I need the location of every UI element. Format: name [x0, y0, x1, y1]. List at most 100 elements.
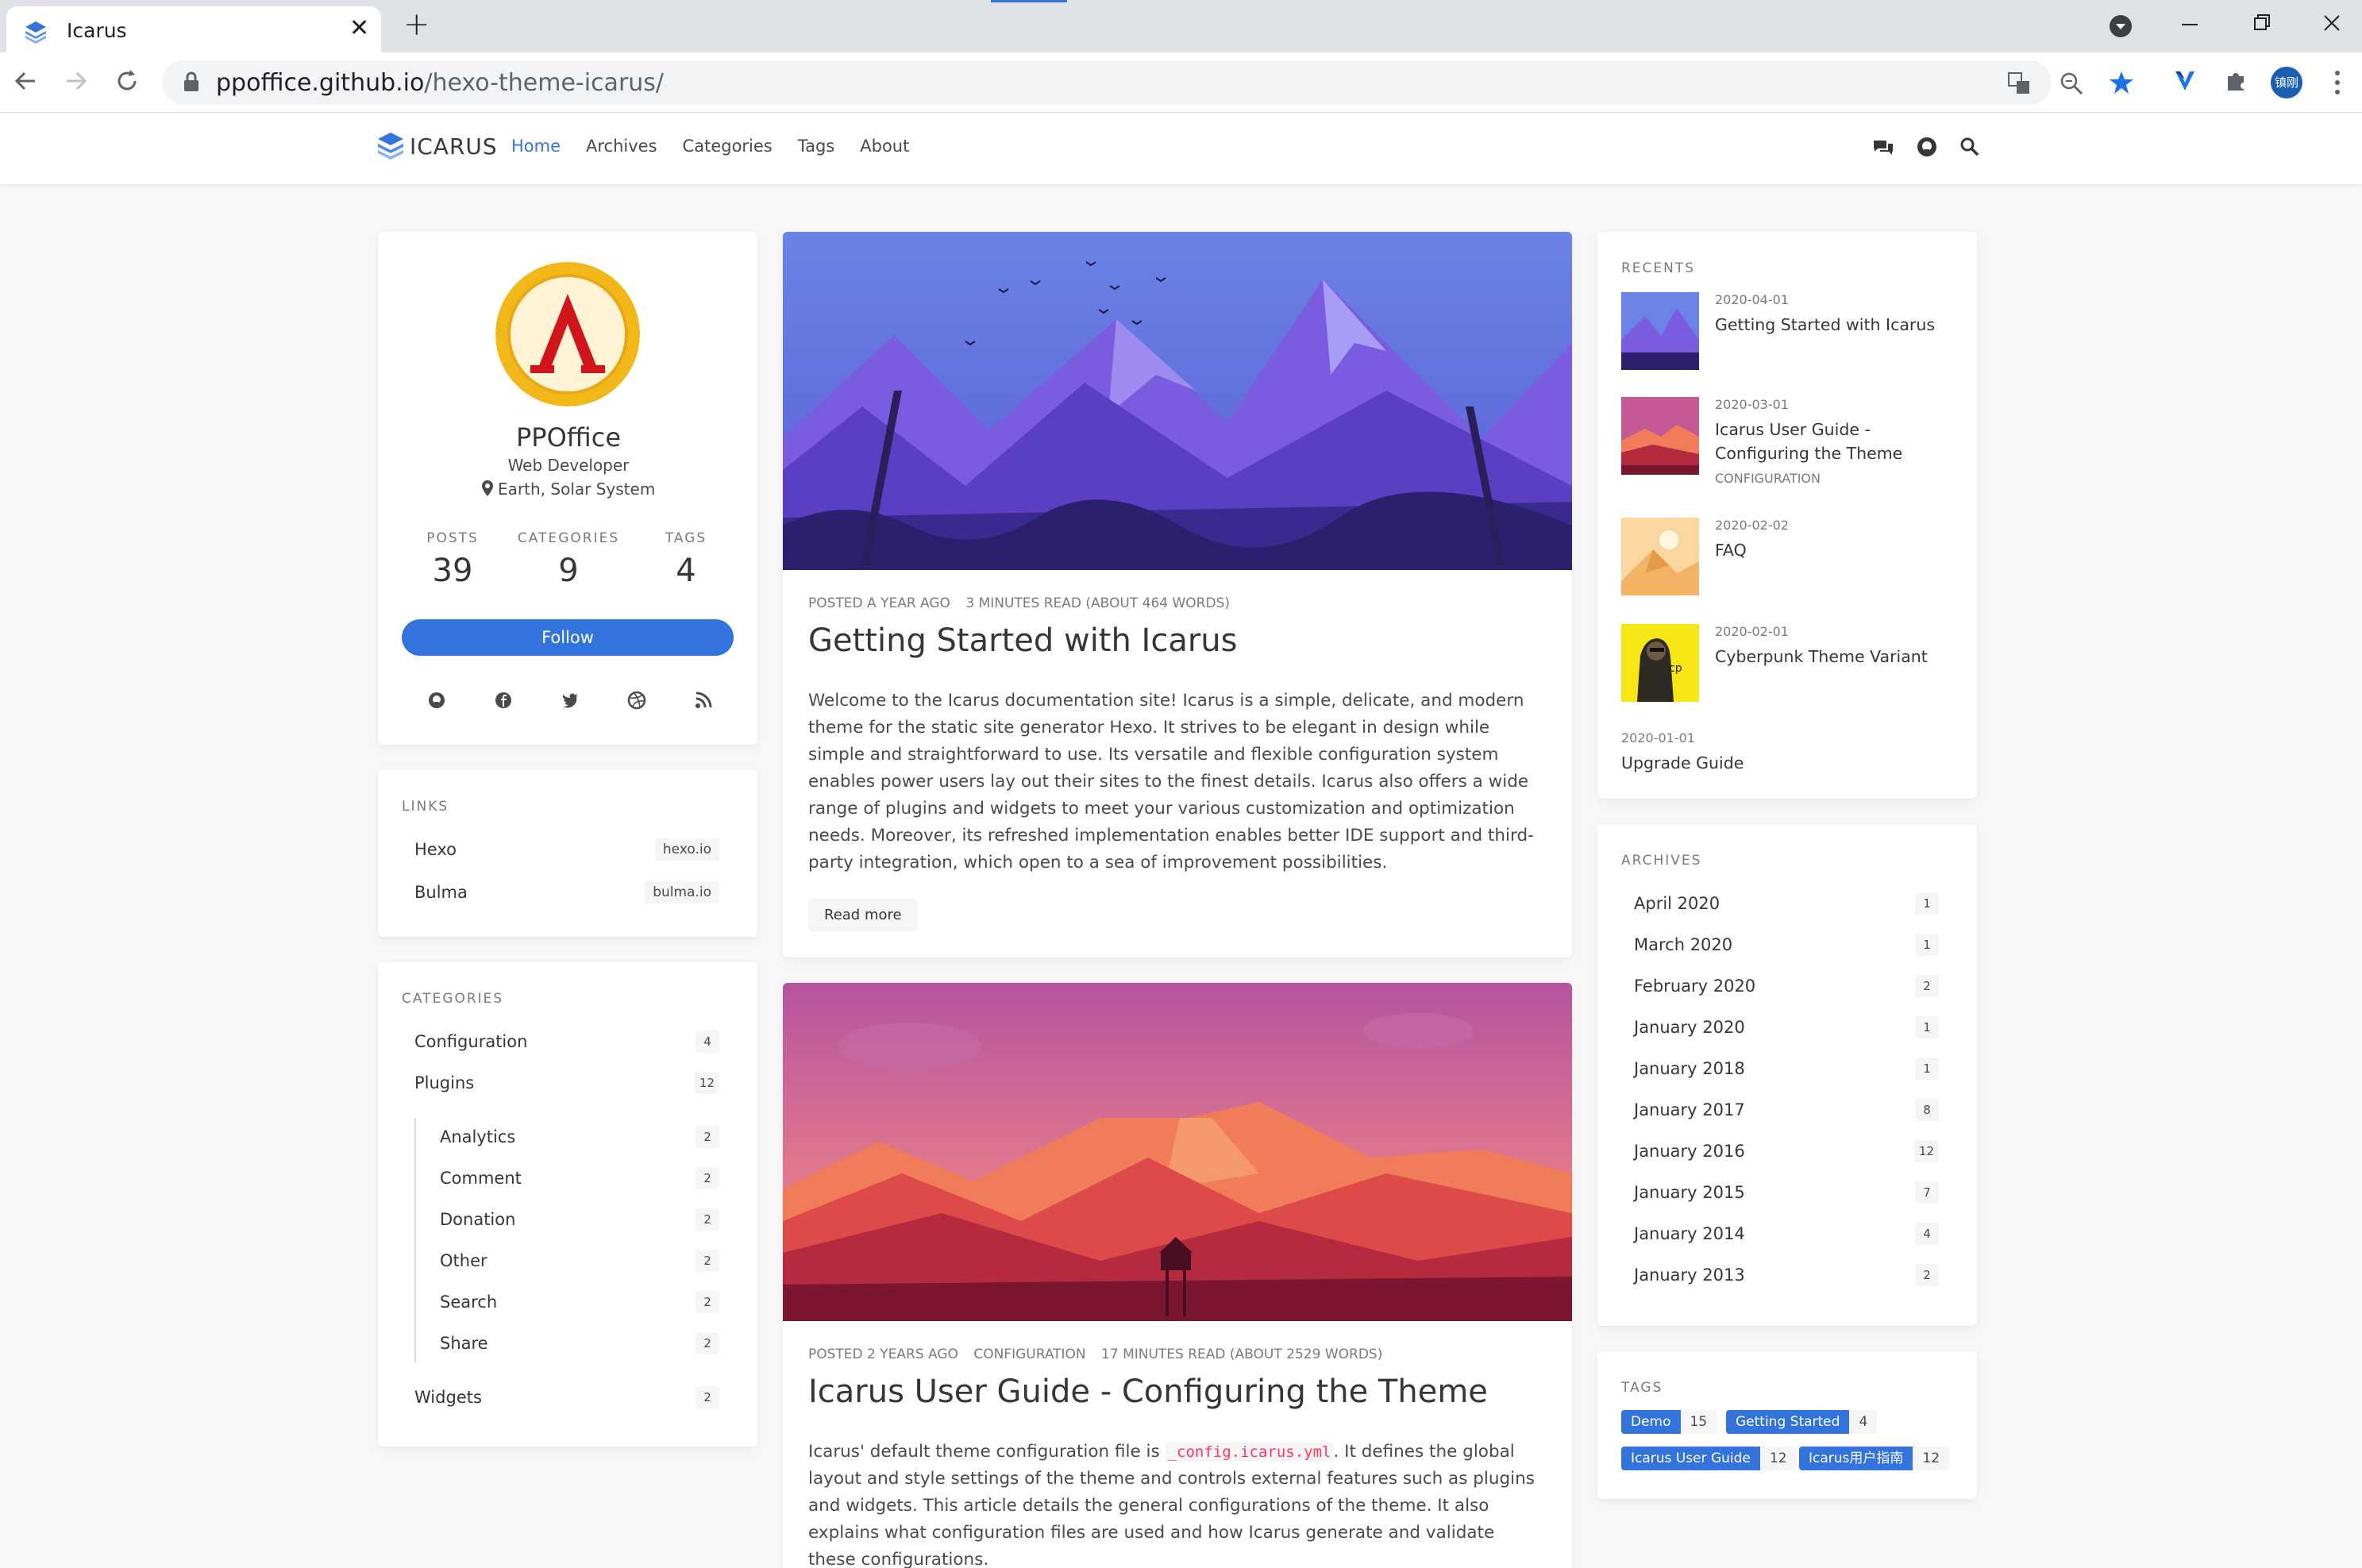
read-more-button[interactable]: Read more [808, 899, 918, 931]
category-name: Comment [440, 1169, 522, 1188]
nav-tags[interactable]: Tags [798, 137, 835, 156]
minimize-icon[interactable] [2177, 13, 2201, 37]
recents-heading: RECENTS [1621, 260, 1696, 276]
back-icon[interactable] [11, 67, 40, 95]
menu-kebab-icon[interactable] [2329, 68, 2345, 97]
extensions-puzzle-icon[interactable] [2223, 68, 2248, 94]
category-item[interactable]: Share 2 [440, 1329, 719, 1358]
avatar [495, 262, 640, 406]
archive-item[interactable]: March 2020 1 [1634, 930, 1939, 959]
url-path: /hexo-theme-icarus/ [424, 69, 665, 97]
facebook-icon[interactable] [494, 691, 513, 710]
post-cover-image[interactable] [783, 983, 1572, 1321]
post-cover-image[interactable] [783, 232, 1572, 570]
archive-item[interactable]: January 2013 2 [1634, 1261, 1939, 1289]
category-name: Share [440, 1334, 488, 1353]
stat-tags[interactable]: TAGS 4 [622, 530, 749, 589]
forward-icon[interactable] [62, 67, 91, 95]
categories-heading: CATEGORIES [402, 991, 504, 1007]
archive-name: January 2015 [1634, 1183, 1745, 1202]
category-item[interactable]: Other 2 [440, 1246, 719, 1275]
link-item[interactable]: Bulma bulma.io [414, 878, 719, 907]
tag-item[interactable]: Icarus用户指南 12 [1799, 1447, 1950, 1470]
tag-item[interactable]: Icarus User Guide 12 [1621, 1447, 1797, 1470]
new-tab-button[interactable]: + [403, 6, 430, 43]
recent-thumbnail [1621, 292, 1699, 370]
category-item[interactable]: Analytics 2 [440, 1123, 719, 1151]
dribbble-icon[interactable] [627, 691, 646, 710]
nav-about[interactable]: About [860, 137, 909, 156]
tag-name: Demo [1621, 1410, 1681, 1434]
stat-posts[interactable]: POSTS 39 [389, 530, 516, 589]
extension-vpn-icon[interactable] [2172, 68, 2198, 94]
category-item[interactable]: Widgets 2 [414, 1383, 719, 1412]
search-icon[interactable] [1959, 137, 1980, 157]
github-icon[interactable] [1917, 137, 1937, 157]
archive-name: January 2018 [1634, 1059, 1745, 1078]
nav-categories[interactable]: Categories [683, 137, 773, 156]
twitter-icon[interactable] [561, 691, 580, 710]
tab-close-icon[interactable]: ✕ [349, 14, 369, 42]
translate-icon[interactable] [2007, 71, 2031, 95]
category-count: 2 [695, 1291, 719, 1313]
tags-heading: TAGS [1621, 1380, 1663, 1396]
github-icon[interactable] [427, 691, 446, 710]
main-menu: Home Archives Categories Tags About [511, 137, 909, 156]
zoom-icon[interactable] [2060, 71, 2083, 95]
profile-avatar[interactable]: 镇刚 [2271, 67, 2302, 98]
tag-item[interactable]: Getting Started 4 [1726, 1410, 1878, 1434]
url-text: ppoffice.github.io/hexo-theme-icarus/ [216, 69, 664, 97]
recent-date: 2020-03-01 [1715, 397, 1789, 412]
archive-item[interactable]: January 2014 4 [1634, 1219, 1939, 1248]
map-marker-icon [481, 480, 493, 496]
comments-icon[interactable] [1872, 138, 1894, 157]
category-item[interactable]: Comment 2 [440, 1164, 719, 1192]
link-item[interactable]: Hexo hexo.io [414, 835, 719, 864]
recent-post[interactable]: cp 2020-02-01 Cyberpunk Theme Variant [1621, 624, 1953, 703]
reload-icon[interactable] [113, 67, 141, 95]
archive-item[interactable]: January 2016 12 [1634, 1137, 1939, 1165]
post-category[interactable]: CONFIGURATION [973, 1346, 1085, 1362]
post-read-time: 17 MINUTES READ (ABOUT 2529 WORDS) [1101, 1346, 1383, 1362]
follow-button[interactable]: Follow [402, 619, 734, 656]
archive-count: 1 [1915, 892, 1939, 915]
tag-count: 12 [1913, 1447, 1950, 1470]
stat-categories[interactable]: CATEGORIES 9 [505, 530, 632, 589]
excerpt-text: Icarus' default theme configuration file… [808, 1442, 1166, 1462]
archive-name: January 2013 [1634, 1266, 1745, 1285]
post-date: POSTED 2 YEARS AGO [808, 1346, 958, 1362]
recent-post[interactable]: 2020-02-02 FAQ [1621, 518, 1953, 597]
site-logo[interactable]: ICARUS [376, 130, 498, 162]
rss-icon[interactable] [694, 691, 713, 710]
category-count: 2 [695, 1167, 719, 1189]
restore-icon[interactable] [2250, 11, 2274, 35]
post-title[interactable]: Getting Started with Icarus [808, 622, 1238, 659]
archive-item[interactable]: February 2020 2 [1634, 972, 1939, 1000]
tab-search-icon[interactable] [2109, 14, 2133, 38]
url-host: ppoffice.github.io [216, 69, 425, 97]
category-count: 4 [695, 1031, 719, 1053]
category-item[interactable]: Search 2 [440, 1288, 719, 1316]
nav-home[interactable]: Home [511, 137, 561, 156]
bookmark-star-icon[interactable] [2109, 70, 2134, 95]
recent-post[interactable]: 2020-04-01 Getting Started with Icarus [1621, 292, 1953, 372]
archive-item[interactable]: April 2020 1 [1634, 889, 1939, 918]
archive-item[interactable]: January 2018 1 [1634, 1054, 1939, 1083]
browser-tab[interactable]: Icarus ✕ [6, 6, 381, 52]
tag-item[interactable]: Demo 15 [1621, 1410, 1717, 1434]
category-count: 2 [695, 1208, 719, 1231]
category-item[interactable]: Donation 2 [440, 1205, 719, 1234]
window-close-icon[interactable] [2320, 11, 2344, 35]
recents-card: RECENTS 2020-04-01 Getting Started with … [1597, 232, 1977, 799]
archive-item[interactable]: January 2020 1 [1634, 1013, 1939, 1042]
recent-post[interactable]: 2020-03-01 Icarus User Guide - Configuri… [1621, 397, 1953, 492]
archive-item[interactable]: January 2015 7 [1634, 1178, 1939, 1207]
nav-archives[interactable]: Archives [586, 137, 657, 156]
category-item[interactable]: Configuration 4 [414, 1027, 719, 1056]
tag-count: 12 [1759, 1447, 1797, 1470]
category-item[interactable]: Plugins 12 [414, 1069, 719, 1097]
post-title[interactable]: Icarus User Guide - Configuring the Them… [808, 1373, 1488, 1410]
url-bar[interactable]: ppoffice.github.io/hexo-theme-icarus/ [162, 60, 2133, 105]
recent-post[interactable]: 2020-01-01 Upgrade Guide [1621, 730, 1953, 778]
archive-item[interactable]: January 2017 8 [1634, 1096, 1939, 1124]
